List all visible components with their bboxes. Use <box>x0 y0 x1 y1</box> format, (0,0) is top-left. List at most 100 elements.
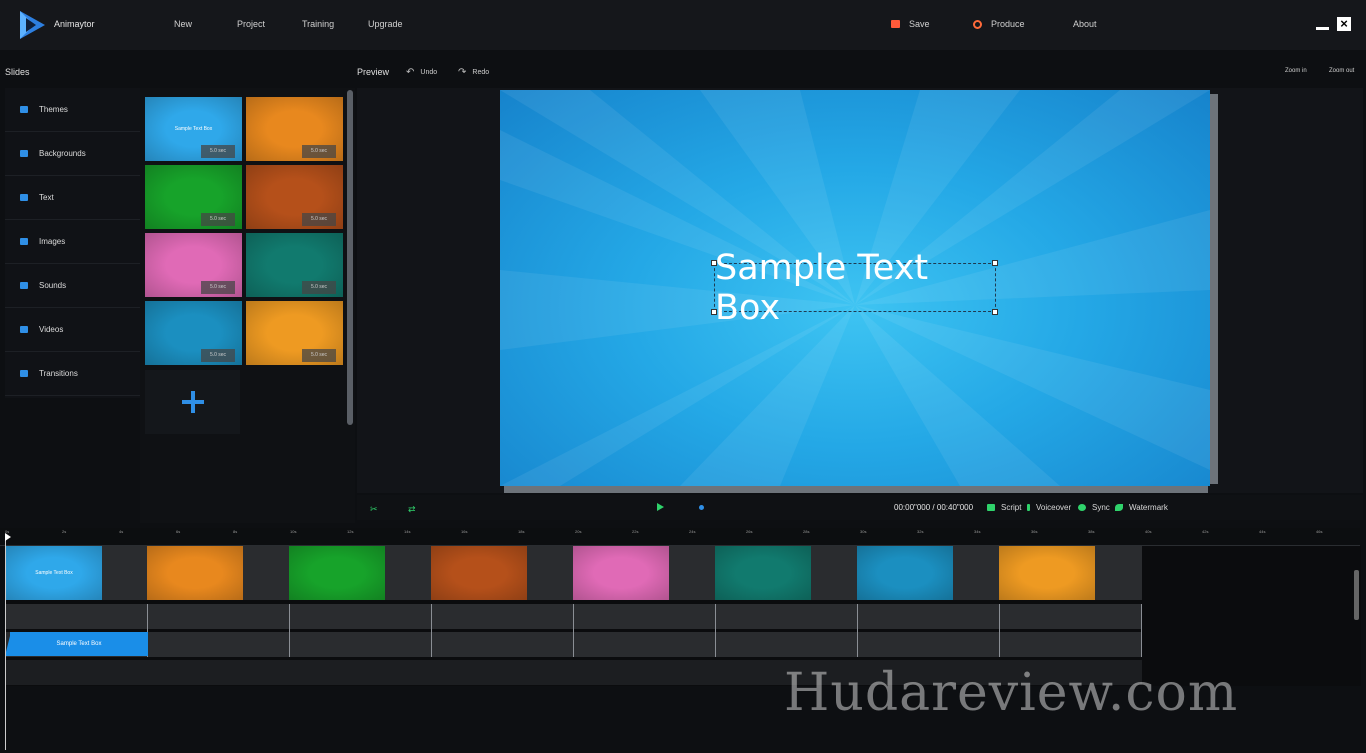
undo-icon: ↶ <box>406 67 415 78</box>
track-divider <box>857 604 858 657</box>
shuffle-icon[interactable]: ✂ <box>370 504 378 515</box>
slide-thumbnail-text: Sample Text Box <box>174 126 213 132</box>
nav-new[interactable]: New <box>174 19 192 29</box>
slide-thumbnail-7[interactable]: 5.0 sec <box>145 301 242 365</box>
scrubber-handle[interactable] <box>699 505 704 510</box>
zoom-out-button[interactable]: Zoom out <box>1329 68 1354 74</box>
sync-icon <box>1078 504 1086 512</box>
ruler-tick-label: 10s <box>290 529 297 534</box>
script-toggle[interactable]: Script <box>987 503 1021 512</box>
clip-text: Sample Text Box <box>35 570 73 576</box>
ruler-tick-label: 2s <box>62 529 67 534</box>
redo-label: Redo <box>472 69 490 76</box>
track-divider <box>1141 604 1142 657</box>
track-divider <box>999 604 1000 657</box>
ruler-tick-label: 6s <box>176 529 181 534</box>
slide-thumbnail-2[interactable]: 5.0 sec <box>246 97 343 161</box>
close-icon[interactable]: × <box>1337 17 1351 31</box>
ruler-tick-label: 16s <box>461 529 468 534</box>
timeline-scrollbar[interactable] <box>1354 570 1359 620</box>
playhead-marker-icon[interactable] <box>5 533 11 541</box>
undo-label: Undo <box>420 69 438 76</box>
gear-icon <box>973 19 982 29</box>
resize-handle[interactable] <box>992 309 998 315</box>
undo-button[interactable]: ↶ Undo <box>406 67 437 78</box>
swap-icon[interactable]: ⇄ <box>408 504 416 515</box>
redo-button[interactable]: ↷ Redo <box>458 67 489 78</box>
produce-button[interactable]: Produce <box>973 19 1025 29</box>
timeline-clip-8[interactable] <box>999 546 1095 600</box>
timeline-text-clip[interactable]: Sample Text Box <box>10 632 148 656</box>
ruler-tick-label: 4s <box>119 529 124 534</box>
script-icon <box>987 504 995 512</box>
resize-handle[interactable] <box>992 260 998 266</box>
nav-about[interactable]: About <box>1073 19 1097 29</box>
slide-thumbnail-1[interactable]: Sample Text Box 5.0 sec <box>145 97 242 161</box>
sidebar-item-sounds[interactable]: Sounds <box>5 264 140 308</box>
ruler-tick-label: 18s <box>518 529 525 534</box>
slide-duration: 5.0 sec <box>302 281 336 294</box>
minimize-icon[interactable] <box>1316 27 1329 30</box>
voiceover-toggle[interactable]: Voiceover <box>1027 503 1071 512</box>
timecode: 00:00"000 / 00:40"000 <box>894 503 974 512</box>
ruler-tick-label: 42s <box>1202 529 1209 534</box>
sidebar-item-images[interactable]: Images <box>5 220 140 264</box>
canvas-shadow <box>1210 94 1218 484</box>
slide-duration: 5.0 sec <box>201 281 235 294</box>
ruler-tick-label: 14s <box>404 529 411 534</box>
play-icon[interactable] <box>657 503 664 511</box>
timeline-clip-6[interactable] <box>715 546 811 600</box>
timeline-clip-1[interactable]: Sample Text Box <box>6 546 102 600</box>
preview-panel-title: Preview <box>357 67 390 77</box>
nav-upgrade[interactable]: Upgrade <box>368 19 403 29</box>
slide-thumbnail-3[interactable]: 5.0 sec <box>145 165 242 229</box>
save-button[interactable]: Save <box>891 19 930 29</box>
nav-training[interactable]: Training <box>302 19 334 29</box>
slides-scrollbar[interactable] <box>347 90 353 425</box>
slide-thumbnail-6[interactable]: 5.0 sec <box>246 233 343 297</box>
sidebar-item-text[interactable]: Text <box>5 176 140 220</box>
sidebar-item-transitions[interactable]: Transitions <box>5 352 140 396</box>
timeline-ruler[interactable] <box>0 528 1360 546</box>
canvas-shadow <box>504 486 1208 493</box>
sidebar-item-backgrounds[interactable]: Backgrounds <box>5 132 140 176</box>
sidebar-item-themes[interactable]: Themes <box>5 88 140 132</box>
slide-thumbnail-8[interactable]: 5.0 sec <box>246 301 343 365</box>
watermark-toggle[interactable]: Watermark <box>1115 503 1168 512</box>
timeline-clip-7[interactable] <box>857 546 953 600</box>
add-slide-button[interactable] <box>145 370 240 434</box>
asset-sidebar: Themes Backgrounds Text Images Sounds Vi… <box>5 88 140 398</box>
slide-duration: 5.0 sec <box>201 349 235 362</box>
slide-thumbnail-4[interactable]: 5.0 sec <box>246 165 343 229</box>
track-divider <box>715 604 716 657</box>
ruler-tick-label: 40s <box>1145 529 1152 534</box>
timeline-clip-2[interactable] <box>147 546 243 600</box>
animaytor-logo-icon <box>20 11 45 39</box>
sync-toggle[interactable]: Sync <box>1078 503 1110 512</box>
timeline-clip-5[interactable] <box>573 546 669 600</box>
ruler-tick-label: 30s <box>860 529 867 534</box>
save-icon <box>891 20 900 28</box>
playhead[interactable] <box>5 535 6 750</box>
timeline-clip-3[interactable] <box>289 546 385 600</box>
track-divider <box>573 604 574 657</box>
playback-controls <box>357 495 1363 520</box>
leaf-icon <box>1115 504 1123 512</box>
nav-project[interactable]: Project <box>237 19 265 29</box>
ruler-tick-label: 32s <box>917 529 924 534</box>
zoom-in-button[interactable]: Zoom in <box>1285 68 1307 74</box>
plus-icon <box>181 391 204 413</box>
ruler-tick-label: 20s <box>575 529 582 534</box>
slide-duration: 5.0 sec <box>201 145 235 158</box>
ruler-tick-label: 26s <box>746 529 753 534</box>
microphone-icon <box>1027 504 1030 512</box>
resize-handle[interactable] <box>711 309 717 315</box>
ruler-tick-label: 22s <box>632 529 639 534</box>
timeline-clip-4[interactable] <box>431 546 527 600</box>
slide-thumbnail-5[interactable]: 5.0 sec <box>145 233 242 297</box>
ruler-tick-label: 34s <box>974 529 981 534</box>
slides-panel-title: Slides <box>5 67 30 77</box>
resize-handle[interactable] <box>711 260 717 266</box>
canvas-text-box[interactable]: Sample Text Box <box>714 248 996 328</box>
sidebar-item-videos[interactable]: Videos <box>5 308 140 352</box>
